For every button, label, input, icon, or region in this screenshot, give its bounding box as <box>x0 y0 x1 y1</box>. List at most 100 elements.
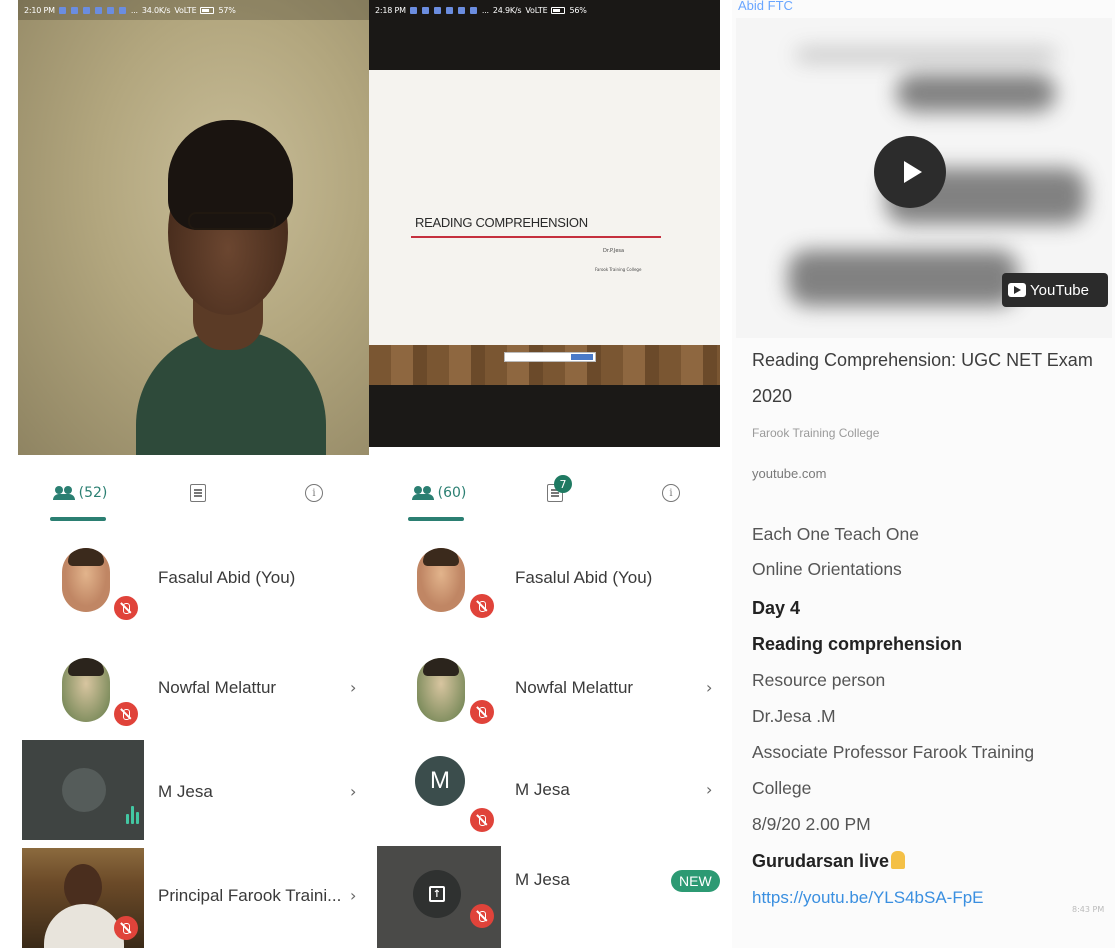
status-time: 2:10 PM <box>24 5 55 15</box>
participant-name: Principal Farook Traini... <box>158 886 342 905</box>
tab-people[interactable]: (52) <box>50 480 110 506</box>
slide-presenter: Dr.P.Jesa <box>603 248 625 254</box>
chevron-right-icon[interactable]: › <box>706 678 712 697</box>
participant-name: Fasalul Abid (You) <box>515 568 653 587</box>
link-preview-domain: youtube.com <box>752 466 827 481</box>
participant-name: M Jesa <box>515 780 570 799</box>
slide-divider <box>411 236 661 238</box>
mic-off-icon <box>470 594 494 618</box>
message-line: Each One Teach One <box>752 524 920 544</box>
chevron-right-icon[interactable]: › <box>350 782 356 801</box>
status-network: VoLTE <box>525 5 548 15</box>
chat-icon: 7 <box>547 475 572 502</box>
meeting-tabs: (52) i <box>0 455 372 525</box>
message-line: Gurudarsan live <box>752 851 906 872</box>
participant-row[interactable]: M Jesa › <box>0 740 372 842</box>
chevron-right-icon[interactable]: › <box>350 678 356 697</box>
tab-info[interactable]: i <box>302 480 326 506</box>
chevron-right-icon[interactable]: › <box>706 780 712 799</box>
avatar <box>62 548 110 612</box>
status-time: 2:18 PM <box>375 5 406 15</box>
chat-icon <box>190 484 206 502</box>
status-battery: 57% <box>218 5 236 15</box>
new-badge: NEW <box>671 870 720 892</box>
mic-off-icon <box>470 904 494 928</box>
avatar <box>62 658 110 722</box>
speaking-indicator-icon <box>126 806 139 824</box>
mic-off-icon <box>470 808 494 832</box>
meet-screenshot-1: 2:10 PM ... 34.0K/s VoLTE 57% (52) i Fas… <box>0 0 372 948</box>
participant-name: Nowfal Melattur <box>515 678 634 697</box>
people-icon <box>411 486 434 500</box>
participant-row[interactable]: ↑ M Jesa NEW <box>369 846 727 948</box>
active-tab-indicator <box>408 517 464 521</box>
youtube-thumbnail[interactable]: YouTube <box>736 18 1112 338</box>
presentation-background <box>369 345 720 385</box>
battery-icon <box>200 6 215 14</box>
message-line: Online Orientations <box>752 559 902 579</box>
status-network: VoLTE <box>174 5 197 15</box>
active-tab-indicator <box>50 517 106 521</box>
meet-screenshot-2: 2:18 PM ... 24.9K/s VoLTE 56% READING CO… <box>369 0 727 948</box>
speaker-video <box>18 0 372 455</box>
youtube-play-icon <box>1008 283 1026 297</box>
chat-message-screenshot: Abid FTC YouTube Reading Comprehension: … <box>732 0 1115 948</box>
status-bar: 2:10 PM ... 34.0K/s VoLTE 57% <box>18 0 372 20</box>
participant-name: Nowfal Melattur <box>158 678 277 697</box>
participant-row[interactable]: Fasalul Abid (You) <box>0 540 372 632</box>
participant-name: Fasalul Abid (You) <box>158 568 296 587</box>
video-letterbox-bottom <box>369 385 720 447</box>
avatar <box>417 548 465 612</box>
people-count: (60) <box>437 485 467 501</box>
link-preview-title[interactable]: Reading Comprehension: UGC NET Exam 2020 <box>752 342 1098 414</box>
participant-name: M Jesa <box>515 870 570 889</box>
message-time: 8:43 PM <box>1072 905 1105 914</box>
message-link[interactable]: https://youtu.be/YLS4bSA-FpE <box>752 888 984 908</box>
youtube-logo: YouTube <box>1002 273 1108 307</box>
participant-row[interactable]: Nowfal Melattur › <box>369 650 727 742</box>
battery-icon <box>551 6 566 14</box>
avatar: M <box>415 756 465 806</box>
presentation-toolbar <box>504 352 596 362</box>
mic-off-icon <box>470 700 494 724</box>
tab-chat[interactable]: 7 <box>543 475 572 506</box>
mic-off-icon <box>114 702 138 726</box>
presentation-tile: ↑ <box>377 846 501 948</box>
info-icon: i <box>662 484 680 502</box>
participant-row[interactable]: Principal Farook Traini... › <box>0 848 372 948</box>
link-preview-channel: Farook Training College <box>752 426 880 440</box>
message-line: Day 4 <box>752 598 801 618</box>
avatar <box>417 658 465 722</box>
participant-row[interactable]: M M Jesa › <box>369 756 727 848</box>
people-count: (52) <box>78 485 108 501</box>
present-screen-icon: ↑ <box>429 886 445 902</box>
tab-chat[interactable] <box>186 480 210 506</box>
status-bar: 2:18 PM ... 24.9K/s VoLTE 56% <box>375 5 587 15</box>
message-line: Dr.Jesa .M <box>752 706 836 726</box>
participant-video-tile <box>22 740 144 840</box>
participant-row[interactable]: Fasalul Abid (You) <box>369 540 727 632</box>
tab-info[interactable]: i <box>659 480 683 506</box>
message-line: Resource person <box>752 670 886 690</box>
message-line: 8/9/20 2.00 PM <box>752 814 871 834</box>
chevron-right-icon[interactable]: › <box>350 886 356 905</box>
mic-off-icon <box>114 916 138 940</box>
mic-off-icon <box>114 596 138 620</box>
unread-badge: 7 <box>554 475 572 493</box>
play-icon[interactable] <box>874 136 946 208</box>
people-icon <box>52 486 75 500</box>
info-icon: i <box>305 484 323 502</box>
slide-title: READING COMPREHENSION <box>415 215 588 230</box>
meeting-tabs: (60) 7 i <box>369 455 727 525</box>
status-battery: 56% <box>569 5 587 15</box>
participant-name: M Jesa <box>158 782 213 801</box>
status-speed: 34.0K/s <box>141 5 171 15</box>
tab-people[interactable]: (60) <box>409 480 469 506</box>
message-line: College <box>752 778 812 798</box>
message-line: Reading comprehension <box>752 634 963 654</box>
status-speed: 24.9K/s <box>492 5 522 15</box>
message-sender: Abid FTC <box>738 0 793 13</box>
participant-row[interactable]: Nowfal Melattur › <box>0 650 372 742</box>
pointing-down-icon <box>891 851 906 869</box>
message-line: Associate Professor Farook Training <box>752 742 1035 762</box>
